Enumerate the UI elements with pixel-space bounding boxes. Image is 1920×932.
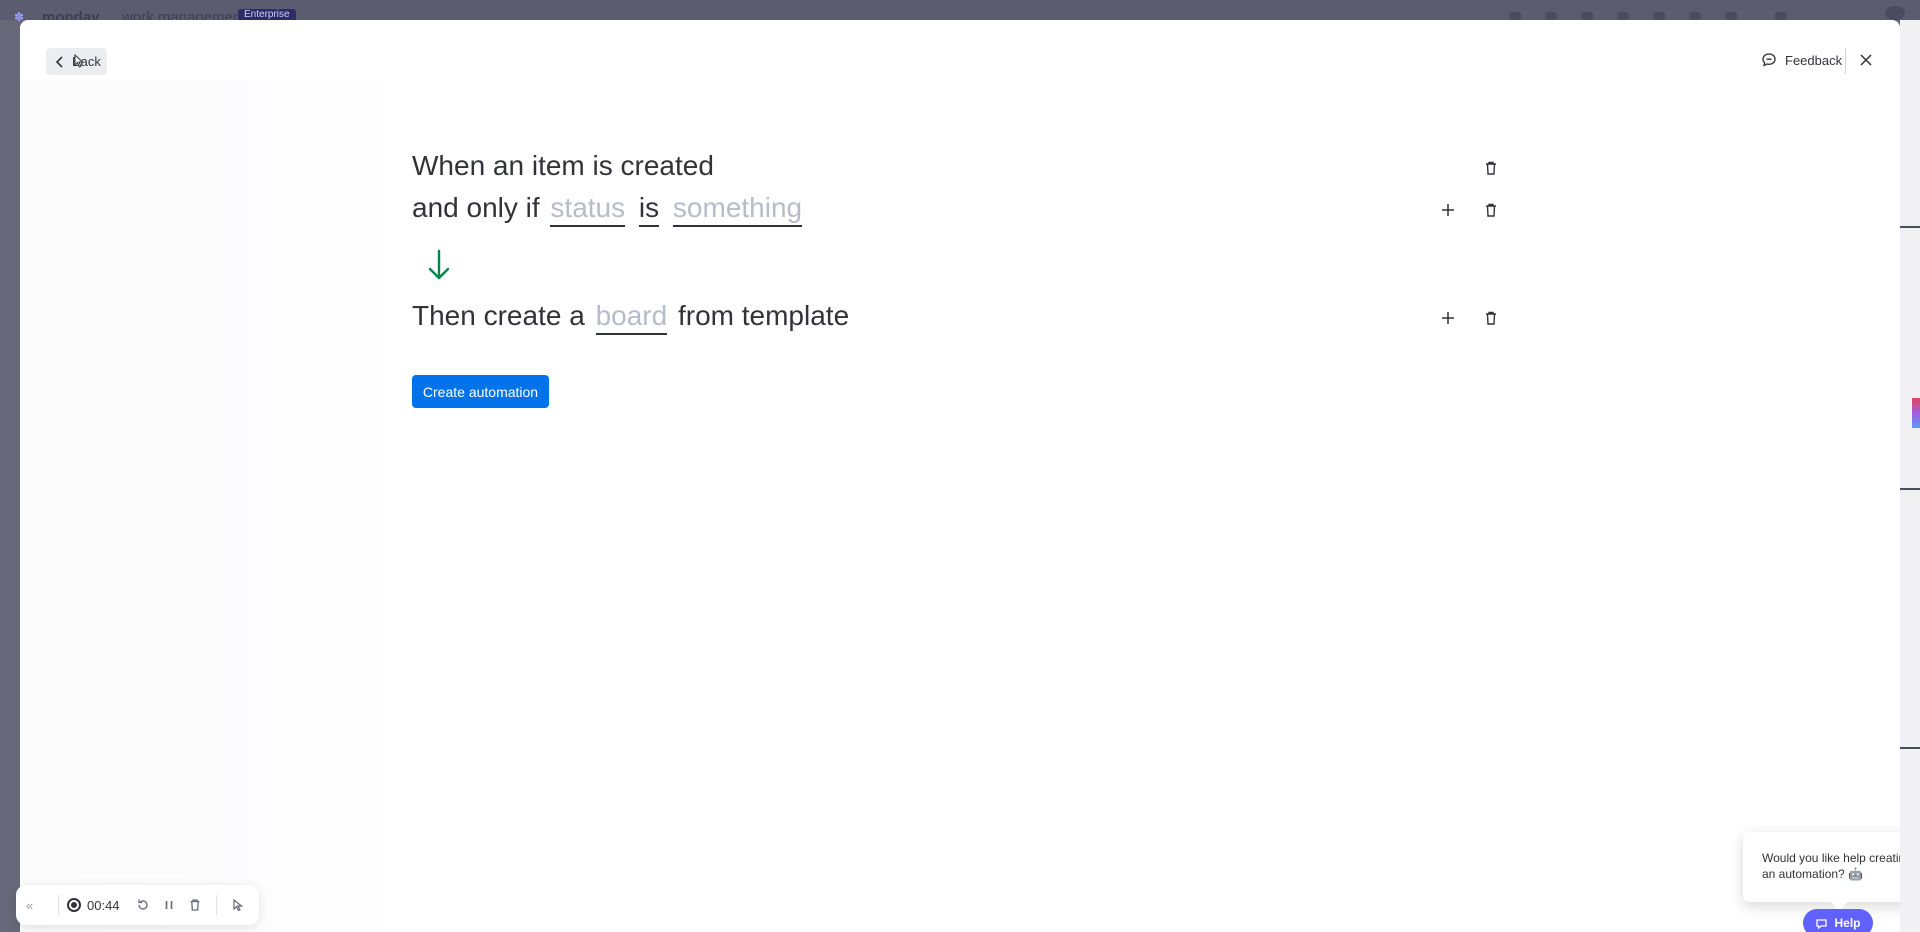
arrow-down-icon — [428, 249, 450, 280]
action-field-placeholder[interactable]: board — [595, 300, 668, 335]
recorder-time: 00:44 — [87, 897, 120, 913]
collapse-chevron-icon[interactable]: « — [26, 898, 50, 913]
help-tooltip-tail — [1830, 893, 1848, 911]
trash-icon — [1486, 161, 1496, 175]
action-prefix: Then create a — [412, 300, 585, 331]
background-apps-icon — [1617, 12, 1629, 20]
background-people-icon — [1581, 12, 1593, 20]
trash-icon[interactable] — [182, 895, 208, 915]
condition-delete-button[interactable] — [1479, 198, 1503, 222]
pause-icon[interactable] — [156, 895, 182, 915]
left-panel-shade — [20, 80, 400, 932]
background-inbox-icon — [1545, 12, 1557, 20]
header-divider — [1845, 48, 1846, 74]
chat-icon — [1816, 918, 1828, 929]
mouse-cursor-icon — [74, 54, 84, 68]
trigger-sentence[interactable]: When an item is created — [412, 150, 714, 182]
help-tooltip-text: Would you like help creating an automati… — [1762, 851, 1900, 881]
plus-icon — [1442, 312, 1454, 324]
close-icon[interactable] — [1856, 50, 1876, 70]
restart-icon[interactable] — [130, 895, 156, 915]
background-grid-icon — [1775, 12, 1787, 20]
condition-prefix: and only if — [412, 192, 540, 223]
background-status-accent — [1912, 398, 1920, 428]
background-favorites-icon — [1725, 12, 1737, 20]
pointer-icon[interactable] — [225, 895, 251, 915]
recorder-divider — [58, 895, 59, 915]
condition-field-placeholder[interactable]: status — [550, 192, 626, 227]
feedback-label: Feedback — [1785, 52, 1843, 68]
feedback-icon — [1762, 53, 1776, 67]
condition-sentence: and only if status is something — [412, 192, 805, 227]
plus-icon — [1442, 204, 1454, 216]
trash-icon — [1486, 203, 1496, 217]
help-button[interactable]: Help — [1803, 909, 1873, 932]
action-sentence: Then create a board from template — [412, 300, 849, 335]
background-board-divider — [1900, 747, 1920, 749]
background-board-divider — [1900, 226, 1920, 228]
background-board-divider — [1900, 488, 1920, 490]
automation-modal: Back Feedback When an item is created an… — [20, 20, 1900, 932]
trigger-delete-button[interactable] — [1479, 156, 1503, 180]
condition-add-button[interactable] — [1436, 198, 1460, 222]
action-delete-button[interactable] — [1479, 306, 1503, 330]
recorder-divider — [215, 895, 217, 915]
recorder-bar: « 00:44 — [16, 885, 259, 925]
chevron-left-icon — [55, 55, 63, 68]
background-board-edge — [1900, 20, 1920, 932]
trigger-text: When an item is created — [412, 150, 714, 181]
action-add-button[interactable] — [1436, 306, 1460, 330]
feedback-button[interactable]: Feedback — [1761, 50, 1842, 70]
condition-operator[interactable]: is — [638, 192, 660, 227]
help-tooltip: Would you like help creating an automati… — [1743, 832, 1900, 911]
action-suffix: from template — [677, 300, 850, 331]
background-question-icon — [1689, 12, 1701, 20]
background-avatar — [1885, 6, 1905, 20]
create-automation-button[interactable]: Create automation — [412, 375, 549, 408]
record-icon[interactable] — [67, 898, 81, 912]
trash-icon — [1486, 311, 1496, 325]
background-search-icon — [1653, 12, 1665, 20]
background-bell-icon — [1509, 12, 1521, 20]
help-button-label: Help — [1834, 916, 1861, 930]
condition-value-placeholder[interactable]: something — [672, 192, 803, 227]
